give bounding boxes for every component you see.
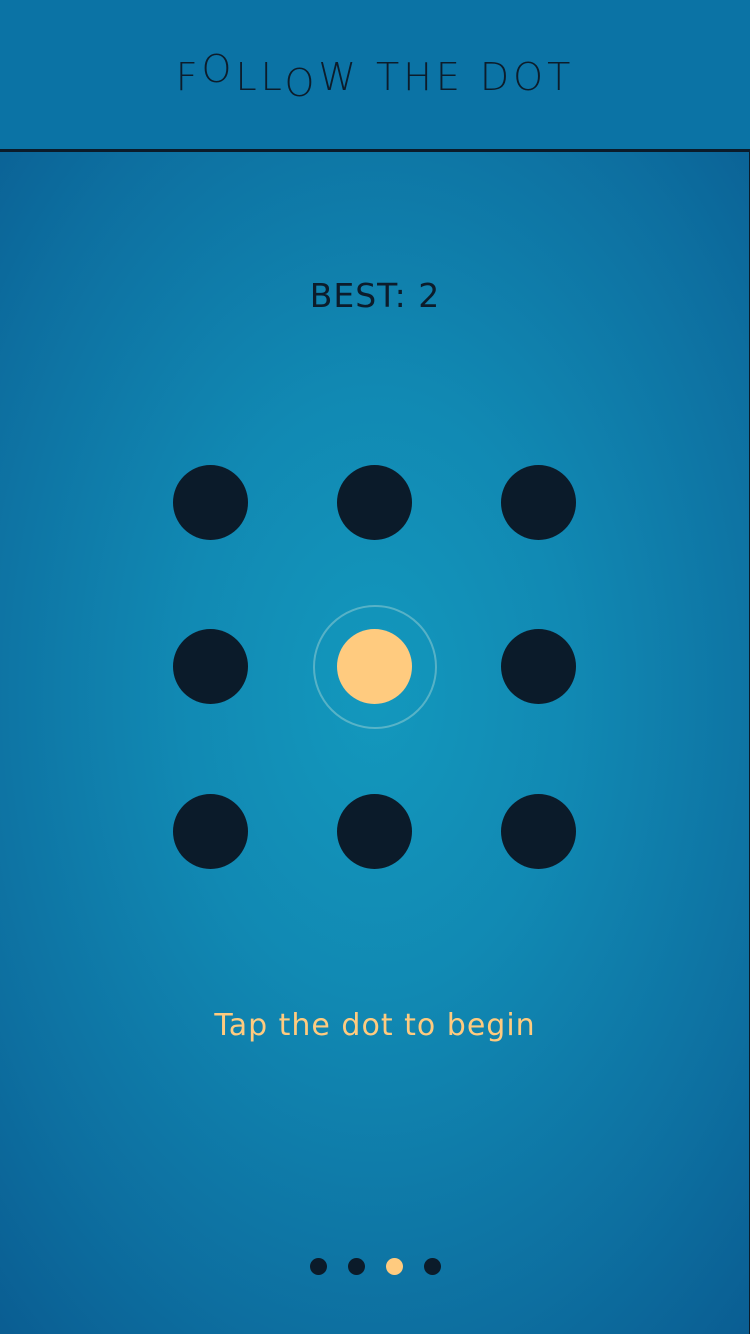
grid-dot[interactable]: [501, 794, 576, 869]
page-indicator: [0, 1258, 750, 1276]
page-dot[interactable]: [309, 1258, 327, 1275]
best-score: BEST: 2: [309, 276, 441, 315]
page-dot-current[interactable]: [385, 1258, 403, 1275]
title-part: O: [284, 61, 319, 105]
app-header: FOLLOW THE DOT: [0, 0, 750, 152]
app-title: FOLLOW THE DOT: [0, 47, 750, 105]
page-dot[interactable]: [423, 1258, 441, 1275]
grid-dot[interactable]: [173, 629, 248, 704]
title-part: W THE DOT: [318, 55, 575, 99]
grid-dot[interactable]: [501, 629, 576, 704]
grid-dot[interactable]: [173, 794, 248, 869]
title-part: O: [201, 47, 236, 91]
title-part: LL: [235, 55, 285, 99]
grid-dot[interactable]: [337, 794, 412, 869]
grid-dot[interactable]: [337, 465, 412, 540]
page-dot[interactable]: [347, 1258, 365, 1275]
grid-dot[interactable]: [501, 465, 576, 540]
start-hint: Tap the dot to begin: [214, 1008, 536, 1043]
title-part: F: [175, 55, 202, 99]
grid-dot[interactable]: [173, 465, 248, 540]
active-grid-dot[interactable]: [337, 629, 412, 704]
